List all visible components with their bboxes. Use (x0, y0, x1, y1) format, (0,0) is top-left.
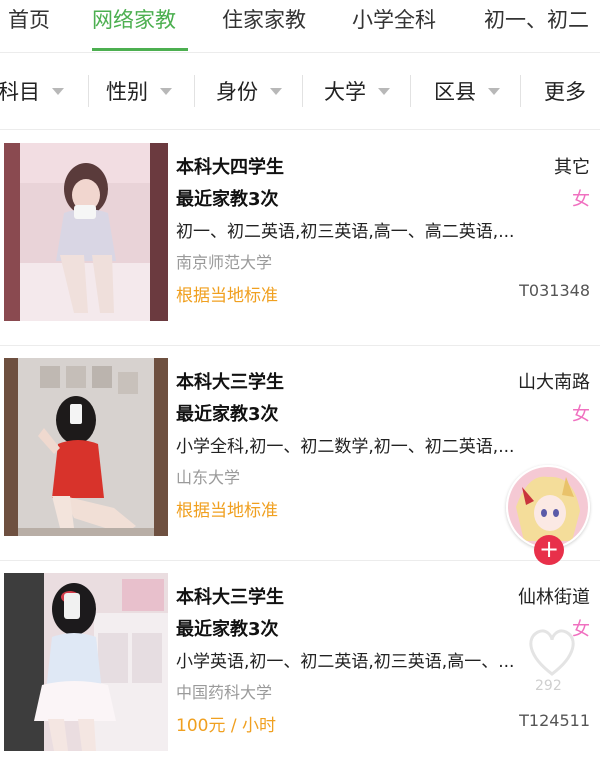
tutor-code: T124511 (519, 711, 590, 730)
filter-university-label: 大学 (324, 80, 366, 104)
tutor-degree: 本科大三学生 (176, 587, 284, 608)
dropdown-caret-icon (52, 87, 64, 95)
creator-avatar-overlay[interactable]: + (506, 465, 590, 565)
tab-online-tutor[interactable]: 网络家教 (92, 0, 176, 52)
dropdown-caret-icon (378, 87, 390, 95)
tutor-degree: 本科大三学生 (176, 372, 284, 393)
divider (194, 75, 195, 107)
filter-subject-label: 科目 (0, 80, 40, 104)
tab-home[interactable]: 首页 (8, 0, 50, 52)
filter-gender[interactable]: 性别 (106, 53, 172, 129)
filter-gender-label: 性别 (106, 80, 148, 104)
filter-district[interactable]: 区县 (434, 53, 500, 129)
tutor-gender: 女 (572, 189, 590, 210)
follow-button[interactable]: + (534, 535, 564, 565)
filter-identity-label: 身份 (216, 80, 258, 104)
tutor-photo (4, 358, 168, 536)
tutor-session-count: 最近家教3次 (176, 189, 279, 210)
tutor-session-count: 最近家教3次 (176, 404, 279, 425)
tutor-gender: 女 (572, 404, 590, 425)
dropdown-caret-icon (488, 87, 500, 95)
tutor-location: 山大南路 (518, 372, 590, 393)
filter-more-label: 更多 (544, 80, 586, 104)
filter-more[interactable]: 更多 (544, 53, 586, 129)
filter-district-label: 区县 (434, 80, 476, 104)
tutor-school: 中国药科大学 (176, 683, 273, 702)
tutor-subjects: 初一、初二英语,初三英语,高一、高二英语,... (176, 222, 515, 242)
tutor-price: 100元 / 小时 (176, 716, 276, 736)
filter-university[interactable]: 大学 (324, 53, 390, 129)
filter-bar: 科目 性别 身份 大学 区县 更多 (0, 53, 600, 130)
filter-identity[interactable]: 身份 (216, 53, 282, 129)
tutor-info: 本科大四学生 最近家教3次 初一、初二英语,初三英语,高一、高二英语,... 南… (176, 131, 596, 341)
top-category-tabs: 首页 网络家教 住家家教 小学全科 初一、初二 (0, 0, 600, 53)
tutor-price: 根据当地标准 (176, 286, 278, 306)
filter-subject[interactable]: 科目 (0, 53, 64, 129)
like-count: 292 (535, 678, 562, 694)
tutor-school: 南京师范大学 (176, 253, 273, 272)
tutor-card[interactable]: 本科大四学生 最近家教3次 初一、初二英语,初三英语,高一、高二英语,... 南… (0, 131, 600, 346)
divider (88, 75, 89, 107)
tutor-session-count: 最近家教3次 (176, 619, 279, 640)
tutor-photo (4, 143, 168, 321)
tutor-price: 根据当地标准 (176, 501, 278, 521)
tab-primary-all-subjects[interactable]: 小学全科 (352, 0, 436, 52)
tutor-degree: 本科大四学生 (176, 157, 284, 178)
dropdown-caret-icon (270, 87, 282, 95)
tutor-subjects: 小学全科,初一、初二数学,初一、初二英语,... (176, 437, 515, 457)
dropdown-caret-icon (160, 87, 172, 95)
tutor-location: 其它 (554, 157, 590, 178)
active-tab-indicator (92, 48, 188, 51)
tab-junior-1-2[interactable]: 初一、初二 (484, 0, 589, 52)
divider (410, 75, 411, 107)
tab-home-tutor[interactable]: 住家家教 (222, 0, 306, 52)
tutor-school: 山东大学 (176, 468, 241, 487)
divider (520, 75, 521, 107)
tutor-photo (4, 573, 168, 751)
divider (302, 75, 303, 107)
tutor-code: T031348 (519, 281, 590, 300)
tutor-location: 仙林街道 (518, 587, 590, 608)
tutor-card[interactable]: 本科大三学生 最近家教3次 小学英语,初一、初二英语,初三英语,高一、... 中… (0, 561, 600, 775)
